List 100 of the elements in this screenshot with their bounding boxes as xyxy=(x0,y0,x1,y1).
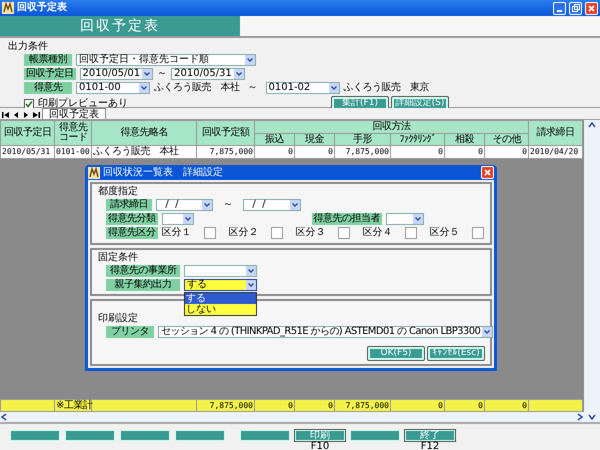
function-key-button[interactable] xyxy=(350,430,400,441)
division-checkbox[interactable] xyxy=(472,227,484,239)
section-title: 都度指定 xyxy=(98,186,138,198)
field-label: 得意先 xyxy=(24,82,72,94)
section-title: 出力条件 xyxy=(8,41,48,52)
table-cell: 2010/04/20 xyxy=(528,146,582,158)
scroll-left-icon[interactable] xyxy=(0,413,8,421)
field-label: 帳票種別 xyxy=(24,54,72,66)
table-cell: 0 xyxy=(484,146,528,158)
table-cell: 7,875,000 xyxy=(196,146,254,158)
function-key-button[interactable] xyxy=(240,430,290,441)
field-label: 親子集約出力 xyxy=(106,278,180,290)
key-hint: F10 xyxy=(310,441,330,450)
sheet-first-icon[interactable] xyxy=(2,111,10,119)
table-cell: ふくろう販売 本社 xyxy=(92,146,196,158)
column-header: 請求締日 xyxy=(528,120,582,146)
table-cell: 0 xyxy=(390,399,444,412)
minimize-button[interactable] xyxy=(553,2,566,14)
dropdown-arrow-icon[interactable] xyxy=(234,69,244,79)
table-cell: 0 xyxy=(444,146,484,158)
table-cell: 0 xyxy=(444,399,484,412)
table-cell: 0 xyxy=(484,399,528,412)
table-cell: 0 xyxy=(254,399,294,412)
close-button[interactable] xyxy=(585,2,598,14)
report-type-dropdown[interactable]: 回収予定日・得意先コード順 xyxy=(76,54,256,66)
dropdown-arrow-icon[interactable] xyxy=(482,327,492,337)
scroll-right-icon[interactable] xyxy=(576,413,584,421)
close-button[interactable] xyxy=(481,166,494,179)
table-cell: 0 xyxy=(294,399,334,412)
column-header: 得意先略名 xyxy=(92,120,196,146)
section-title: 印刷設定 xyxy=(98,313,138,324)
field-label: 回収予定日 xyxy=(24,68,76,80)
staff-dropdown[interactable] xyxy=(386,213,424,225)
function-key-button[interactable] xyxy=(175,430,225,441)
column-header: 回収方法 xyxy=(254,120,528,133)
close-icon xyxy=(588,4,595,12)
table-cell: 2010/05/31 xyxy=(0,146,54,158)
dropdown-arrow-icon[interactable] xyxy=(245,55,255,65)
checkbox-label: 区分３ xyxy=(296,227,326,239)
dropdown-arrow-icon[interactable] xyxy=(328,83,338,93)
dialog-title: 回収状況一覧表 詳細設定 xyxy=(103,166,223,178)
customer-from-dropdown[interactable]: 0101-00 xyxy=(76,82,150,94)
field-label: 請求締日 xyxy=(106,199,152,211)
vertical-scrollbar[interactable] xyxy=(584,120,600,422)
table-cell: 7,875,000 xyxy=(334,146,390,158)
dropdown-arrow-icon[interactable] xyxy=(246,280,256,290)
dropdown-arrow-icon[interactable] xyxy=(202,200,212,210)
column-header: 回収予定日 xyxy=(0,120,54,146)
dropdown-arrow-icon[interactable] xyxy=(246,266,256,276)
checkbox-label: 区分４ xyxy=(362,227,394,239)
dropdown-option[interactable]: する xyxy=(185,292,256,304)
table-cell: 0 xyxy=(254,146,294,158)
dropdown-arrow-icon[interactable] xyxy=(139,83,149,93)
function-key-button[interactable] xyxy=(65,430,115,441)
date-to-dropdown[interactable]: / / xyxy=(243,199,301,211)
dropdown-arrow-icon[interactable] xyxy=(142,69,152,79)
date-from-dropdown[interactable]: / / xyxy=(156,199,213,211)
column-header: 得意先コード xyxy=(54,120,92,146)
division-checkbox[interactable] xyxy=(338,227,350,239)
window-title: 回収予定表 xyxy=(17,2,67,14)
column-header: その他 xyxy=(484,133,528,146)
column-header: 現金 xyxy=(294,133,334,146)
range-separator: ～ xyxy=(248,82,258,94)
printer-dropdown[interactable]: セッション 4 の (THINKPAD_R51E からの) ASTEMD01 の Canon LBP3300 xyxy=(158,326,494,338)
preview-checkbox[interactable] xyxy=(24,98,34,108)
category-dropdown[interactable] xyxy=(162,213,194,225)
total-label: ※工業計 xyxy=(54,399,92,412)
sheet-tab[interactable]: 回収予定表 xyxy=(42,108,106,119)
check-icon xyxy=(25,100,33,108)
division-checkbox[interactable] xyxy=(204,227,216,239)
sheet-last-icon[interactable] xyxy=(32,111,40,119)
section-title: 固定条件 xyxy=(98,252,138,263)
restore-button[interactable] xyxy=(569,2,582,14)
range-separator: ～ xyxy=(223,199,233,211)
division-checkbox[interactable] xyxy=(270,227,282,239)
date-from-dropdown[interactable]: 2010/05/01 xyxy=(80,68,154,80)
customer-to-dropdown[interactable]: 0101-02 xyxy=(266,82,340,94)
function-key-button[interactable] xyxy=(120,430,170,441)
app-icon xyxy=(88,166,100,178)
horizontal-scrollbar[interactable] xyxy=(0,412,584,422)
field-label: 得意先の事業所 xyxy=(106,264,180,276)
checkbox-label: 印刷プレビューあり xyxy=(38,98,128,109)
field-label: 得意先の担当者 xyxy=(312,213,382,225)
table-cell: 7,875,000 xyxy=(334,399,390,412)
range-separator: ～ xyxy=(157,68,168,80)
dropdown-arrow-icon[interactable] xyxy=(182,214,192,224)
field-label: プリンタ xyxy=(106,326,154,338)
function-key-button[interactable] xyxy=(10,430,60,441)
app-icon xyxy=(2,2,14,14)
dropdown-arrow-icon[interactable] xyxy=(290,200,300,210)
restore-icon xyxy=(572,4,580,12)
close-icon xyxy=(484,169,491,176)
column-header: 相殺 xyxy=(444,133,484,146)
division-checkbox[interactable] xyxy=(404,227,416,239)
customer-name: ふくろう販売 東京 xyxy=(344,82,429,94)
table-cell: 0 xyxy=(294,146,334,158)
aggregate-output-dropdown[interactable]: する xyxy=(184,278,257,290)
dropdown-option[interactable]: しない xyxy=(185,304,256,314)
dropdown-arrow-icon[interactable] xyxy=(413,214,423,224)
date-to-dropdown[interactable]: 2010/05/31 xyxy=(171,68,245,80)
